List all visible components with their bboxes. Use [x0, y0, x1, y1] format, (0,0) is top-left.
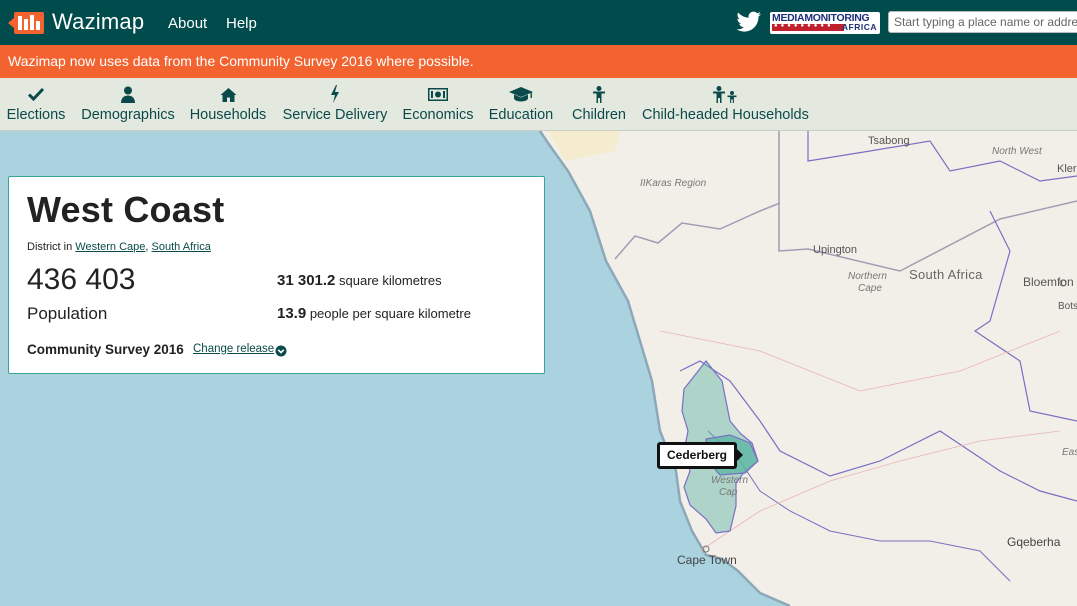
area-unit: square kilometres — [339, 273, 442, 288]
check-icon — [2, 85, 70, 103]
category-service-delivery[interactable]: Service Delivery — [280, 78, 390, 131]
partner-logo-line2: AFRICA — [841, 22, 877, 32]
money-icon — [400, 85, 476, 103]
land-area — [540, 131, 1077, 606]
release-name: Community Survey 2016 — [27, 342, 184, 357]
announcement-banner: Wazimap now uses data from the Community… — [0, 45, 1077, 78]
category-label: Households — [189, 107, 267, 123]
map-label-tsabong: Tsabong — [868, 135, 910, 147]
nav-about-link[interactable]: About — [168, 15, 207, 32]
category-nav: Elections Demographics Households Servic… — [0, 78, 1077, 131]
category-economics[interactable]: Economics — [400, 78, 476, 131]
category-education[interactable]: Education — [486, 78, 556, 131]
geo-type-prefix: District in — [27, 241, 73, 253]
category-label: Economics — [402, 107, 474, 123]
place-search-input[interactable] — [888, 11, 1077, 33]
map-label-bots: Bots — [1058, 301, 1077, 312]
map-label-northern: Northern — [848, 271, 887, 282]
category-elections[interactable]: Elections — [2, 78, 70, 131]
map-label-karas: IIKaras Region — [640, 178, 707, 189]
child-household-icon — [642, 85, 808, 103]
category-label: Service Delivery — [282, 107, 388, 123]
brand-name[interactable]: Wazimap — [52, 9, 144, 35]
map-label-south-africa: South Africa — [909, 267, 983, 282]
density-unit: people per square kilometre — [309, 306, 471, 321]
category-label: Education — [488, 107, 554, 123]
map-label-gqeberha: Gqeberha — [1007, 535, 1061, 549]
user-icon — [80, 85, 176, 103]
media-monitoring-africa-logo[interactable]: MEDIAMONITORING ●●●●●●●●● AFRICA — [770, 12, 880, 34]
map-label-cape-town: Cape Town — [677, 553, 737, 567]
map-label-klerk: Klerk — [1057, 163, 1077, 175]
area-value: 31 301.2 — [277, 272, 336, 289]
change-release-link[interactable]: Change release — [193, 343, 274, 355]
category-child-headed-households[interactable]: Child-headed Households — [642, 78, 809, 131]
population-value: 436 403 — [27, 263, 136, 296]
map-label-upington: Upington — [813, 244, 858, 256]
category-children[interactable]: Children — [566, 78, 632, 131]
partner-logo-dots: ●●●●●●●●● — [774, 23, 834, 29]
chevron-down-circle-icon[interactable] — [275, 344, 287, 357]
country-link[interactable]: South Africa — [152, 241, 211, 253]
area-stat: 31 301.2 square kilometres — [277, 272, 442, 289]
map-label-east: Eas — [1062, 447, 1077, 458]
density-value: 13.9 — [277, 305, 307, 322]
map-label-north-west: North West — [992, 146, 1042, 157]
population-label: Population — [27, 304, 108, 323]
category-label: Elections — [6, 107, 66, 123]
home-icon — [188, 85, 268, 103]
twitter-icon[interactable] — [736, 11, 762, 33]
category-households[interactable]: Households — [188, 78, 268, 131]
top-header: Wazimap About Help MEDIAMONITORING ●●●●●… — [0, 0, 1077, 45]
map-tooltip: Cederberg — [657, 442, 737, 469]
density-stat: 13.9 people per square kilometre — [277, 305, 471, 322]
wazimap-logo-icon[interactable] — [8, 10, 46, 36]
map-label-western: Western — [711, 475, 749, 486]
category-label: Children — [572, 107, 626, 123]
map-label-bloemfontein: Bloemfon — [1023, 275, 1074, 289]
graduation-cap-icon — [486, 85, 556, 103]
category-demographics[interactable]: Demographics — [80, 78, 176, 131]
map-label-cape-small: Cap — [719, 487, 738, 498]
child-icon — [566, 85, 632, 103]
map-label-cape: Cape — [858, 283, 882, 294]
bolt-icon — [280, 85, 390, 103]
category-label: Child-headed Households — [642, 107, 809, 123]
parent-province-link[interactable]: Western Cape — [75, 241, 145, 253]
geo-separator: , — [145, 241, 149, 253]
profile-title: West Coast — [27, 189, 225, 230]
nav-help-link[interactable]: Help — [226, 15, 257, 32]
profile-card: West Coast District in Western Cape, Sou… — [8, 176, 545, 374]
map-tooltip-arrow — [737, 449, 743, 461]
category-label: Demographics — [81, 107, 175, 123]
profile-geo-breadcrumb: District in Western Cape, South Africa — [27, 241, 211, 253]
